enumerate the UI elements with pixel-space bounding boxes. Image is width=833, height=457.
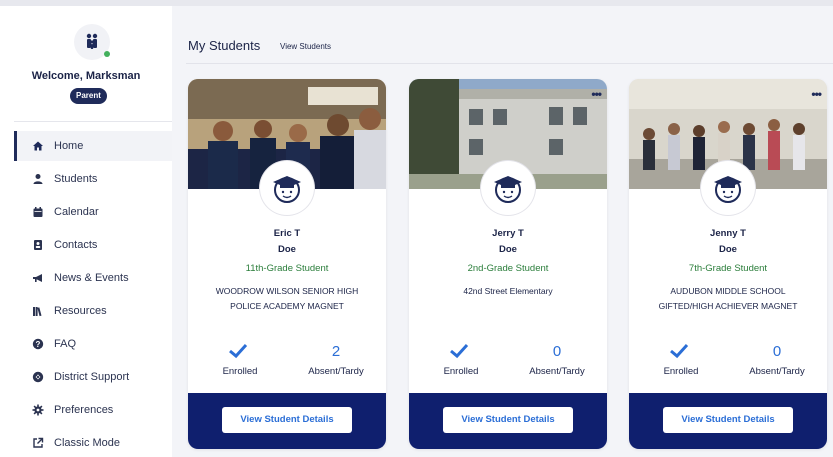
contact-card-icon (32, 239, 44, 251)
home-icon (32, 140, 44, 152)
gear-icon (32, 404, 44, 416)
books-icon (32, 305, 44, 317)
nav-item-faq[interactable]: ? FAQ (14, 329, 172, 359)
page-title: My Students (188, 38, 261, 53)
enrolled-label: Enrolled (443, 366, 479, 377)
view-student-details-button[interactable]: View Student Details (443, 407, 573, 433)
card-footer: View Student Details (188, 393, 386, 449)
absent-tardy-count: 0 (772, 343, 782, 360)
student-card: Eric T Doe 11th-Grade Student WOODROW WI… (188, 79, 386, 449)
question-icon: ? (32, 338, 44, 350)
nav-label-resources: Resources (54, 305, 107, 317)
view-students-link[interactable]: View Students (280, 42, 331, 51)
student-first-name: Jenny T (710, 228, 746, 239)
more-options-icon[interactable]: ••• (591, 87, 602, 101)
nav-label-calendar: Calendar (54, 206, 99, 218)
nav-item-resources[interactable]: Resources (14, 296, 172, 326)
nav-label-district-support: District Support (54, 371, 130, 383)
nav-label-students: Students (54, 173, 98, 185)
nav-label-preferences: Preferences (54, 404, 114, 416)
absent-tardy-count: 0 (552, 343, 562, 360)
student-avatar (481, 161, 535, 215)
person-icon (32, 173, 44, 185)
student-school: 42nd Street Elementary (463, 286, 553, 296)
support-icon (32, 371, 44, 383)
header-divider (186, 63, 833, 64)
avatar[interactable] (74, 24, 110, 60)
more-options-icon[interactable]: ••• (811, 87, 822, 101)
enrolled-label: Enrolled (222, 366, 258, 377)
absent-tardy-count: 2 (331, 343, 341, 360)
calendar-icon (32, 206, 44, 218)
student-school: AUDUBON MIDDLE SCHOOL GIFTED/HIGH ACHIEV… (658, 286, 798, 311)
student-grade: 11th-Grade Student (245, 263, 329, 274)
absent-tardy-label: Absent/Tardy (529, 366, 585, 377)
nav-item-classic-mode[interactable]: Classic Mode (14, 428, 172, 457)
nav-item-news-events[interactable]: News & Events (14, 263, 172, 293)
absent-tardy-label: Absent/Tardy (308, 366, 364, 377)
nav-item-contacts[interactable]: Contacts (14, 230, 172, 260)
welcome-text: Welcome, Marksman (31, 70, 141, 82)
checkmark-icon (229, 343, 248, 359)
nav-label-contacts: Contacts (54, 239, 98, 251)
role-badge: Parent (70, 88, 107, 104)
student-card: ••• Jerry T Doe 2nd-Grade Student 42nd S… (409, 79, 607, 449)
nav-label-classic-mode: Classic Mode (54, 437, 121, 449)
student-first-name: Jerry T (492, 228, 524, 239)
card-footer: View Student Details (409, 393, 607, 449)
nav-item-calendar[interactable]: Calendar (14, 197, 172, 227)
student-last-name: Doe (719, 244, 737, 255)
absent-tardy-label: Absent/Tardy (749, 366, 805, 377)
nav-item-home[interactable]: Home (14, 131, 172, 161)
nav-label-news-events: News & Events (54, 272, 129, 284)
checkmark-icon (670, 343, 689, 359)
student-last-name: Doe (278, 244, 296, 255)
family-icon (86, 33, 98, 49)
student-avatar (701, 161, 755, 215)
sidebar-divider (14, 121, 172, 122)
enrolled-label: Enrolled (663, 366, 699, 377)
nav-item-district-support[interactable]: District Support (14, 362, 172, 392)
megaphone-icon (32, 272, 44, 284)
graduate-icon (273, 176, 301, 203)
nav-item-preferences[interactable]: Preferences (14, 395, 172, 425)
student-last-name: Doe (499, 244, 517, 255)
nav-label-faq: FAQ (54, 338, 77, 350)
nav-item-students[interactable]: Students (14, 164, 172, 194)
card-footer: View Student Details (629, 393, 827, 449)
graduate-icon (494, 176, 522, 203)
student-school: WOODROW WILSON SENIOR HIGH POLICE ACADEM… (215, 286, 359, 311)
student-grade: 2nd-Grade Student (467, 263, 549, 274)
svg-text:?: ? (36, 340, 41, 349)
nav-label-home: Home (54, 140, 84, 152)
checkmark-icon (450, 343, 469, 359)
student-avatar (260, 161, 314, 215)
student-grade: 7th-Grade Student (688, 263, 768, 274)
sidebar: Welcome, Marksman Parent Home Students C… (0, 6, 172, 457)
student-card: ••• Jenny T Doe 7th-Grade Student AUDUBO… (629, 79, 827, 449)
graduate-icon (714, 176, 742, 203)
view-student-details-button[interactable]: View Student Details (222, 407, 352, 433)
student-first-name: Eric T (273, 228, 301, 239)
external-link-icon (32, 437, 44, 449)
view-student-details-button[interactable]: View Student Details (663, 407, 793, 433)
online-status-dot (104, 51, 110, 57)
